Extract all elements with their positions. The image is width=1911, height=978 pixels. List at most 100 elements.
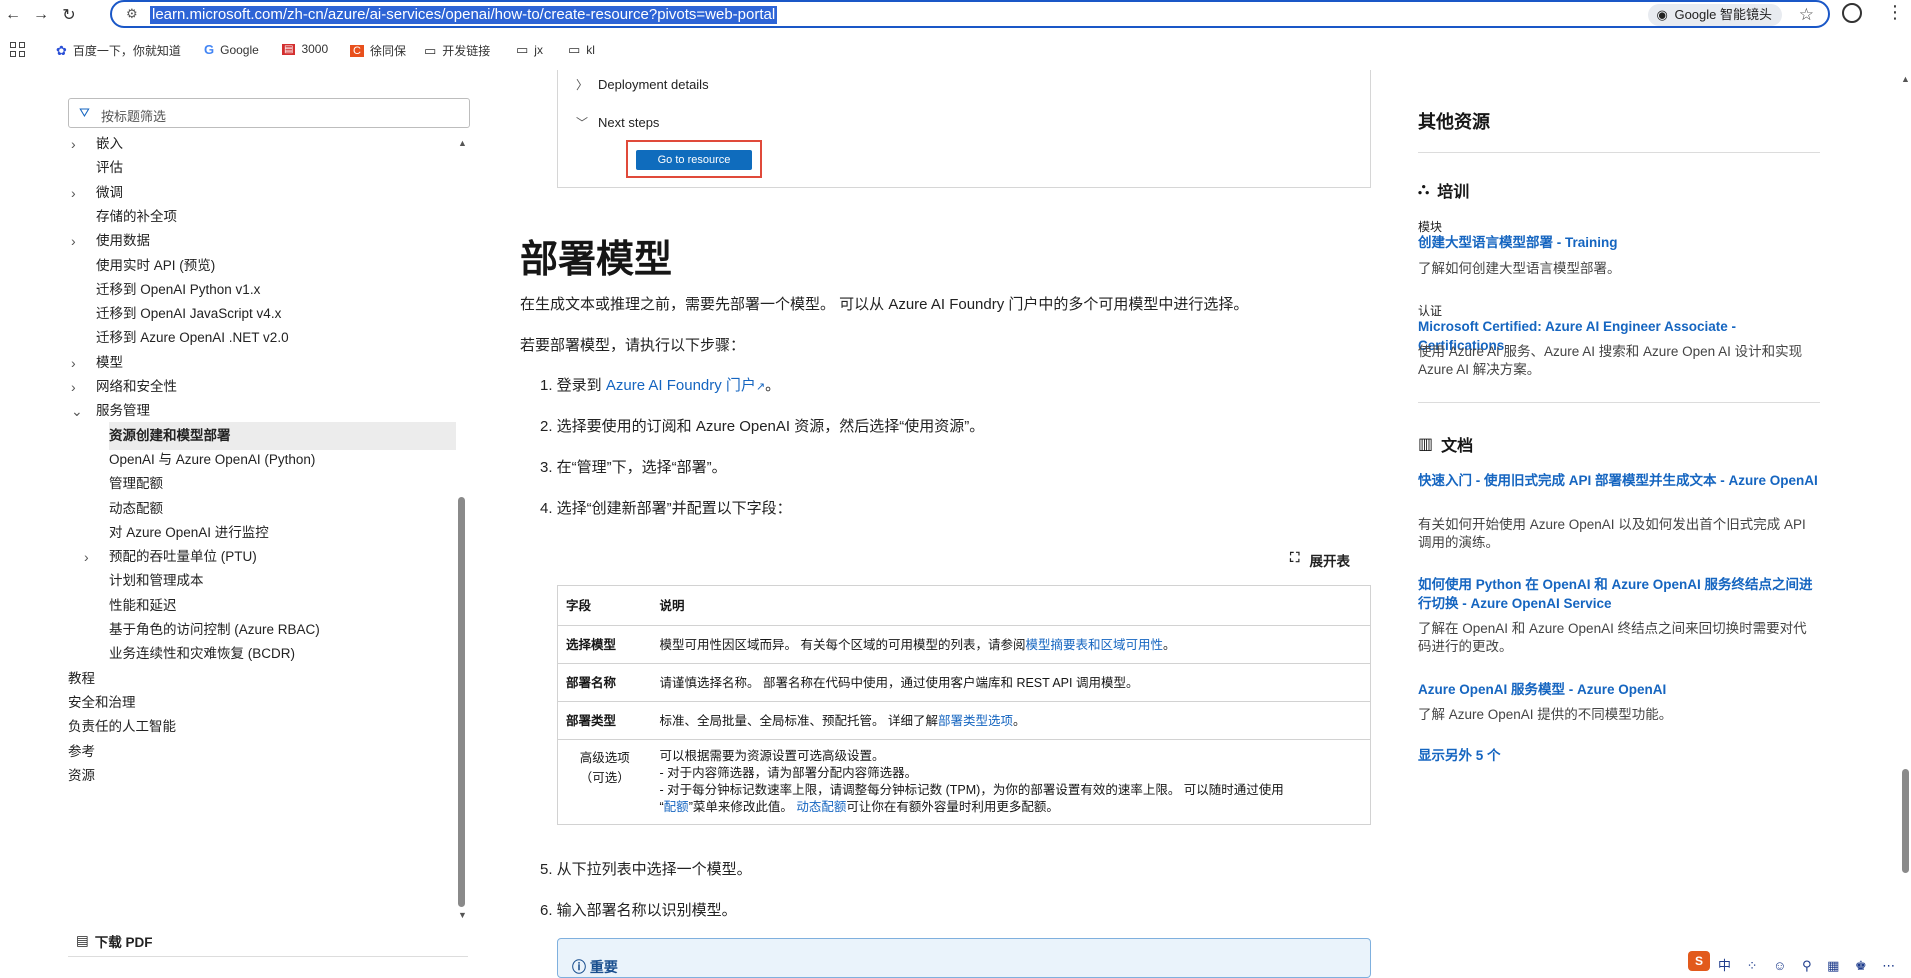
toc-item-label: 使用数据 xyxy=(96,233,150,248)
chevron-right-icon[interactable]: › xyxy=(71,227,76,255)
bookmark-label: jx xyxy=(534,43,543,57)
model-summary-link[interactable]: 模型摘要表和区域可用性 xyxy=(1025,638,1163,652)
more-menu-icon[interactable]: ⋮ xyxy=(1886,2,1904,23)
url-text[interactable]: learn.microsoft.com/zh-cn/azure/ai-servi… xyxy=(150,6,778,24)
doc-link-2[interactable]: 如何使用 Python 在 OpenAI 和 Azure OpenAI 服务终结… xyxy=(1418,575,1820,613)
divider xyxy=(1418,152,1820,153)
expand-label: 展开表 xyxy=(1309,554,1350,569)
portal-screenshot: 〉 Deployment details ﹀ Next steps Go to … xyxy=(557,70,1371,188)
folder-icon: ▭ xyxy=(516,42,529,57)
download-pdf-link[interactable]: ▤ 下载 PDF xyxy=(76,931,153,951)
bookmark-folder-dev[interactable]: ▭ 开发链接 xyxy=(424,42,490,59)
table-header: 说明 xyxy=(651,585,1371,626)
external-link-icon: ↗ xyxy=(755,381,766,393)
chevron-right-icon: 〉 xyxy=(576,78,589,92)
heading-label: 文档 xyxy=(1441,438,1474,455)
ime-toolbar-icon[interactable]: S xyxy=(1688,951,1710,971)
bookmark-label: 3000 xyxy=(301,42,329,56)
reload-icon[interactable]: ↻ xyxy=(58,4,80,26)
toc-sidebar: ⛛ 按标题筛选 › 嵌入 评估 › 微调 存储的补全项 › 使用数据 使用实时 API (预览)… xyxy=(68,92,470,971)
expand-icon: ⛶ xyxy=(1290,550,1300,565)
doc-link-1[interactable]: 快速入门 - 使用旧式完成 API 部署模型并生成文本 - Azure Open… xyxy=(1418,471,1820,490)
back-icon[interactable]: ← xyxy=(2,4,24,26)
dynamic-quota-link[interactable]: 动态配额 xyxy=(796,800,846,814)
field-name: 部署名称 xyxy=(557,663,652,702)
toc-item[interactable]: 管理配额 xyxy=(68,470,458,498)
divider xyxy=(1418,402,1820,403)
toc-item[interactable]: ›负责任的人工智能 xyxy=(68,713,458,741)
doc-link-3[interactable]: Azure OpenAI 服务模型 - Azure OpenAI xyxy=(1418,680,1820,699)
toc-item[interactable]: 业务连续性和灾难恢复 (BCDR) xyxy=(68,640,458,668)
page-title: 部署模型 xyxy=(520,239,673,281)
expand-table-button[interactable]: ⛶ 展开表 xyxy=(1290,550,1350,570)
show-more-link[interactable]: 显示另外 5 个 xyxy=(1418,746,1820,765)
doc-desc-2: 了解在 OpenAI 和 Azure OpenAI 终结点之间来回切换时需要对代… xyxy=(1418,621,1807,654)
training-icon: ⛬ xyxy=(1418,181,1430,198)
bookmark-google[interactable]: G Google xyxy=(204,42,259,57)
toc-scroll-up-icon[interactable]: ▲ xyxy=(458,138,467,148)
step-5: 5. 从下拉列表中选择一个模型。 xyxy=(540,861,752,878)
bookmark-label: 徐同保 xyxy=(369,44,406,58)
toc-item-label: 负责任的人工智能 xyxy=(68,719,176,734)
fields-table: 字段 说明 选择模型 模型可用性因区域而异。 有关每个区域的可用模型的列表，请参… xyxy=(557,585,1371,825)
bookmark-folder-jx[interactable]: ▭ jx xyxy=(516,42,543,58)
pdf-icon: ▤ xyxy=(76,933,89,948)
bookmark-label: 开发链接 xyxy=(442,44,491,58)
toc-item-label: 迁移到 Azure OpenAI .NET v2.0 xyxy=(96,330,289,345)
folder-icon: ▭ xyxy=(424,42,437,58)
page-scroll-up-icon[interactable]: ▲ xyxy=(1901,74,1910,84)
toc-list: › 嵌入 评估 › 微调 存储的补全项 › 使用数据 使用实时 API (预览) 迁移到 Open… xyxy=(68,132,464,932)
toc-item[interactable]: ⌄ 服务管理 xyxy=(68,397,458,425)
toc-item-label: 评估 xyxy=(96,160,123,175)
bookmarks-bar: ✿ 百度一下，你就知道 G Google ▤ 3000 C 徐同保 ▭ 开发链接 ▭ jx … xyxy=(0,38,1911,62)
address-bar[interactable]: ⚙ learn.microsoft.com/zh-cn/azure/ai-ser… xyxy=(110,0,1830,28)
toc-item[interactable]: › 使用数据 xyxy=(68,227,458,255)
chevron-down-icon[interactable]: ⌄ xyxy=(71,397,83,425)
profile-avatar-icon[interactable] xyxy=(1842,3,1862,23)
step-text: 1. 登录到 xyxy=(540,377,606,394)
field-name: 选择模型 xyxy=(557,625,652,664)
toc-scrollbar-thumb[interactable] xyxy=(458,497,465,907)
toc-scroll-down-icon[interactable]: ▼ xyxy=(458,910,467,920)
toc-item[interactable]: 评估 xyxy=(68,154,458,182)
training-desc-1: 了解如何创建大型语言模型部署。 xyxy=(1418,261,1621,276)
toc-filter-input[interactable]: ⛛ 按标题筛选 xyxy=(68,98,470,128)
toc-item-label: 业务连续性和灾难恢复 (BCDR) xyxy=(109,646,295,661)
step-text: 。 xyxy=(765,377,781,394)
bookmark-folder-kl[interactable]: ▭ kl xyxy=(568,42,595,58)
site-info-icon[interactable]: ⚙ xyxy=(126,6,138,22)
steps-intro: 若要部署模型，请执行以下步骤： xyxy=(520,337,746,354)
toc-item[interactable]: 计划和管理成本 xyxy=(68,567,458,595)
desc-text: 可让你在有额外容量时利用更多配额。 xyxy=(846,800,1059,814)
info-icon: ⓘ xyxy=(572,959,586,975)
step-6: 6. 输入部署名称以识别模型。 xyxy=(540,902,737,919)
bookmark-3000[interactable]: ▤ 3000 xyxy=(282,42,328,56)
field-name-line: 高级选项 xyxy=(579,751,630,765)
folder-icon: ▭ xyxy=(568,42,581,57)
deployment-types-link[interactable]: 部署类型选项 xyxy=(938,714,1013,728)
ime-toolbar: 中 ⁘ ☺ ⚲ ▦ ♚ ⋯ xyxy=(1718,958,1902,973)
docs-heading: ▥ 文档 xyxy=(1418,432,1473,456)
ai-foundry-link[interactable]: Azure AI Foundry 门户 xyxy=(606,377,756,394)
step-3: 3. 在“管理”下，选择“部署”。 xyxy=(540,459,727,476)
field-description: 请谨慎选择名称。 部署名称在代码中使用，通过使用客户端库和 REST API 调… xyxy=(651,663,1371,702)
browser-toolbar: ← → ↻ ⚙ learn.microsoft.com/zh-cn/azure/… xyxy=(0,0,1911,28)
toc-item[interactable]: 迁移到 Azure OpenAI .NET v2.0 xyxy=(68,324,458,352)
toc-item-label: 管理配额 xyxy=(109,476,163,491)
accordion-label: Next steps xyxy=(598,115,660,130)
bookmark-xutongbao[interactable]: C 徐同保 xyxy=(350,42,406,59)
field-name: 高级选项 （可选） xyxy=(557,739,652,825)
training-link-1[interactable]: 创建大型语言模型部署 - Training xyxy=(1418,233,1820,252)
lens-label: Google 智能镜头 xyxy=(1674,7,1772,22)
table-row: 高级选项 （可选） 可以根据需要为资源设置可选高级设置。 - 对于内容筛选器，请… xyxy=(557,739,1371,825)
forward-icon[interactable]: → xyxy=(30,4,52,26)
bookmark-star-icon[interactable]: ☆ xyxy=(1799,5,1814,25)
google-lens-button[interactable]: ◉ Google 智能镜头 xyxy=(1648,4,1782,26)
chevron-down-icon: ﹀ xyxy=(576,116,589,130)
quota-link[interactable]: 配额 xyxy=(664,800,689,814)
tab-favicon-icon: ▤ xyxy=(282,43,296,55)
toc-item-label: 资源 xyxy=(68,768,95,783)
toc-item[interactable]: ›资源 xyxy=(68,762,458,790)
bookmark-baidu[interactable]: ✿ 百度一下，你就知道 xyxy=(56,42,181,59)
page-scrollbar-thumb[interactable] xyxy=(1902,769,1909,873)
